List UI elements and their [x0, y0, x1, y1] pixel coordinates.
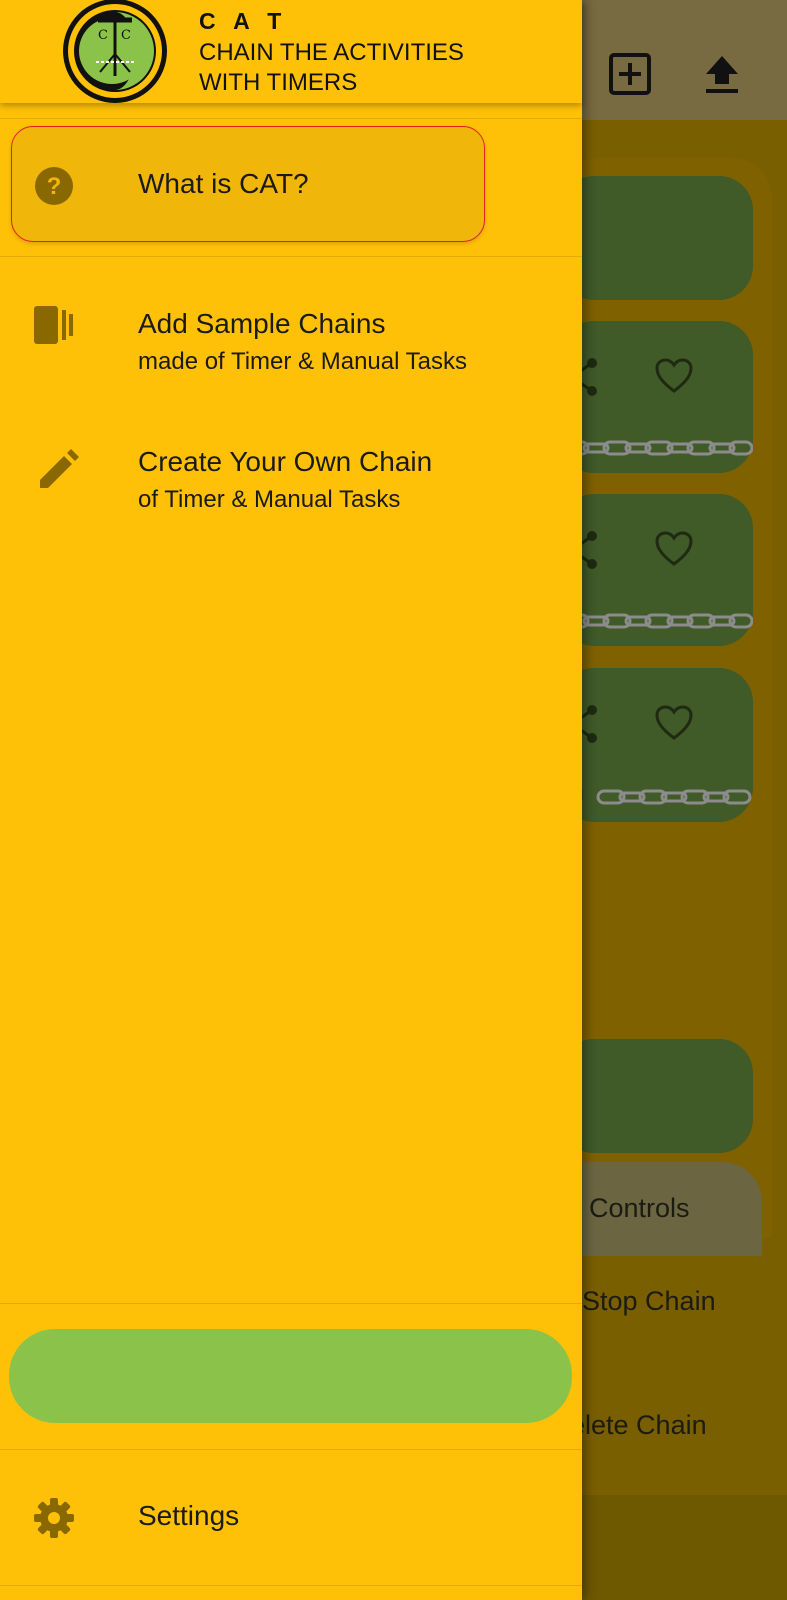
- svg-text:?: ?: [47, 173, 62, 200]
- drawer-header: C C C A T CHAIN THE ACTIVITIES WITH TIME…: [0, 0, 582, 103]
- background-bottom-bar: [560, 1495, 787, 1600]
- heart-icon[interactable]: [654, 530, 694, 568]
- controls-label: Controls: [589, 1193, 690, 1223]
- add-box-icon[interactable]: [608, 52, 652, 96]
- heart-icon[interactable]: [654, 357, 694, 395]
- background-chain-card[interactable]: [560, 321, 753, 473]
- app-title: C A T: [199, 8, 288, 34]
- background-chain-card[interactable]: [560, 668, 753, 822]
- menu-label-create-own-chain: Create Your Own Chain: [138, 446, 433, 477]
- menu-label-settings: Settings: [138, 1500, 240, 1531]
- navigation-drawer: C C C A T CHAIN THE ACTIVITIES WITH TIME…: [0, 0, 582, 1600]
- svg-text:C: C: [98, 28, 108, 43]
- gear-icon: [34, 1498, 74, 1538]
- chain-links-icon: [596, 789, 752, 805]
- menu-item-settings[interactable]: Settings: [0, 1476, 582, 1556]
- menu-item-create-own-chain[interactable]: Create Your Own Chain of Timer & Manual …: [0, 430, 582, 530]
- menu-label-what-is-cat: What is CAT?: [138, 168, 309, 199]
- chain-links-icon: [560, 440, 753, 456]
- chain-links-icon: [560, 613, 753, 629]
- menu-sub-add-sample-chains: made of Timer & Manual Tasks: [138, 348, 468, 375]
- background-chain-card[interactable]: [560, 494, 753, 646]
- delete-chain-button[interactable]: elete Chain: [570, 1410, 707, 1441]
- primary-action-button[interactable]: [9, 1329, 572, 1423]
- cat-logo-icon: C C: [63, 0, 167, 103]
- divider: [0, 118, 582, 119]
- divider: [0, 1303, 582, 1304]
- divider: [0, 256, 582, 257]
- stop-chain-button[interactable]: Stop Chain: [582, 1286, 716, 1317]
- menu-item-what-is-cat-row[interactable]: ? What is CAT?: [0, 126, 582, 242]
- menu-item-add-sample-chains[interactable]: Add Sample Chains made of Timer & Manual…: [0, 292, 582, 392]
- sample-chains-icon: [34, 306, 73, 344]
- background-card[interactable]: [560, 1039, 753, 1153]
- menu-sub-create-own-chain: of Timer & Manual Tasks: [138, 486, 401, 513]
- pencil-icon: [40, 449, 79, 488]
- heart-icon[interactable]: [654, 704, 694, 742]
- app-subtitle-line1: CHAIN THE ACTIVITIES: [199, 39, 464, 66]
- divider: [0, 1585, 582, 1586]
- app-subtitle-line2: WITH TIMERS: [199, 69, 358, 96]
- divider: [0, 1449, 582, 1450]
- app-subtitle: CHAIN THE ACTIVITIES WITH TIMERS: [199, 38, 464, 98]
- svg-text:C: C: [121, 28, 131, 43]
- upload-icon[interactable]: [700, 52, 744, 96]
- menu-label-add-sample-chains: Add Sample Chains: [138, 308, 386, 339]
- help-circle-icon: ?: [35, 167, 73, 205]
- background-card[interactable]: [560, 176, 753, 300]
